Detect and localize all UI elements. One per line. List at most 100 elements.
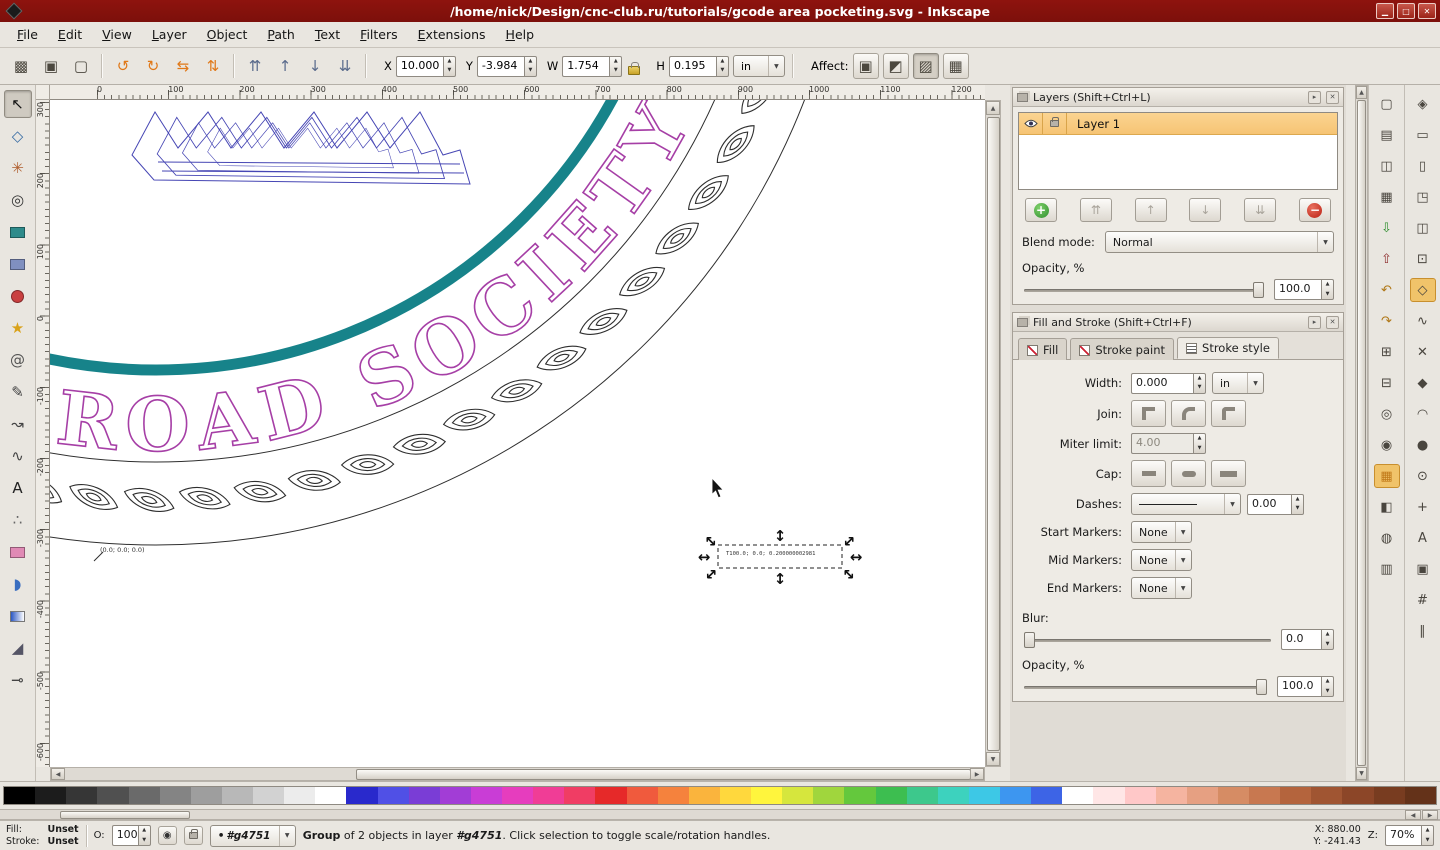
affect-gradients-toggle[interactable]: ▨ <box>912 53 939 79</box>
zoom-drawing-button[interactable]: ◎ <box>1374 402 1400 426</box>
palette-swatch[interactable] <box>813 787 845 804</box>
tweak-tool[interactable]: ✳ <box>4 154 32 182</box>
open-document-button[interactable]: ▤ <box>1374 123 1400 147</box>
star-tool[interactable]: ★ <box>4 314 32 342</box>
dropper-tool[interactable]: ◢ <box>4 634 32 662</box>
palette-swatch[interactable] <box>97 787 129 804</box>
dash-offset-spinbox[interactable]: 0.00 <box>1247 493 1304 515</box>
layer-lock-toggle[interactable] <box>183 826 203 845</box>
menu-extensions[interactable]: Extensions <box>409 24 495 45</box>
menu-text[interactable]: Text <box>306 24 349 45</box>
menu-filters[interactable]: Filters <box>351 24 406 45</box>
text-tool[interactable]: A <box>4 474 32 502</box>
palette-swatch[interactable] <box>1217 787 1249 804</box>
blur-spinbox[interactable]: 0.0 <box>1281 629 1334 650</box>
deselect-button[interactable]: ▢ <box>68 53 94 79</box>
palette-swatch[interactable] <box>221 787 253 804</box>
palette-swatch[interactable] <box>1249 787 1281 804</box>
affect-patterns-toggle[interactable]: ▦ <box>942 53 969 79</box>
minimize-button[interactable] <box>1376 3 1394 19</box>
eraser-tool[interactable] <box>4 538 32 566</box>
join-miter-button[interactable] <box>1131 400 1166 427</box>
palette-swatch[interactable] <box>502 787 534 804</box>
snap-edge-midpoints-button[interactable]: ◫ <box>1410 216 1436 240</box>
master-opacity-slider[interactable] <box>1022 677 1269 697</box>
snap-centers-button[interactable]: ⊡ <box>1410 247 1436 271</box>
palette-swatch[interactable] <box>782 787 814 804</box>
palette-swatch[interactable] <box>470 787 502 804</box>
selection[interactable]: T100.0; 0.0; 0.200000002981 ↔ ↕ ↔ ↔ ↔ ↔ … <box>698 527 863 588</box>
export-button[interactable]: ⇧ <box>1374 247 1400 271</box>
snap-guides-button[interactable]: ∥ <box>1410 619 1436 643</box>
snap-bbox-edges-button[interactable]: ▯ <box>1410 154 1436 178</box>
dock-scroll-down-button[interactable] <box>1356 767 1367 780</box>
lower-button[interactable]: ↓ <box>302 53 328 79</box>
object-opacity-spinbox[interactable]: 100 <box>111 825 151 846</box>
spray-tool[interactable]: ∴ <box>4 506 32 534</box>
lower-to-bottom-button[interactable]: ⇊ <box>332 53 358 79</box>
snap-object-centers-button[interactable]: ⊙ <box>1410 464 1436 488</box>
palette-swatch[interactable] <box>626 787 658 804</box>
snap-text-baseline-button[interactable]: A <box>1410 526 1436 550</box>
dashes-dropdown[interactable] <box>1131 493 1241 515</box>
panel-iconify-button[interactable] <box>1308 90 1321 104</box>
palette-swatch[interactable] <box>688 787 720 804</box>
palette-swatch[interactable] <box>657 787 689 804</box>
pencil-tool[interactable]: ✎ <box>4 378 32 406</box>
raise-layer-button[interactable]: ↑ <box>1134 198 1167 222</box>
end-markers-dropdown[interactable]: None <box>1131 577 1192 599</box>
current-layer-dropdown[interactable]: #g4751 <box>209 824 296 847</box>
snap-paths-button[interactable]: ∿ <box>1410 309 1436 333</box>
selection-scale-handle[interactable]: ↔ <box>700 563 722 585</box>
palette-swatch[interactable] <box>1031 787 1063 804</box>
panel-close-button[interactable] <box>1326 315 1339 329</box>
panel-iconify-button[interactable] <box>1308 315 1321 329</box>
palette-swatch[interactable] <box>1311 787 1343 804</box>
dock-scrollbar[interactable] <box>1355 85 1368 781</box>
horizontal-scroll-thumb[interactable] <box>356 769 971 780</box>
palette-swatch[interactable] <box>159 787 191 804</box>
layer-row[interactable]: Layer 1 <box>1019 113 1337 135</box>
units-dropdown[interactable]: in <box>732 55 785 77</box>
palette-swatch[interactable] <box>35 787 67 804</box>
selection-scale-handle[interactable]: ↕ <box>774 570 787 588</box>
box3d-tool[interactable] <box>4 250 32 278</box>
palette-swatch[interactable] <box>564 787 596 804</box>
palette-swatch[interactable] <box>1342 787 1374 804</box>
fill-stroke-dialog-button[interactable]: ◍ <box>1374 526 1400 550</box>
palette-swatch[interactable] <box>1404 787 1436 804</box>
flip-vertical-button[interactable]: ⇅ <box>200 53 226 79</box>
palette-swatch[interactable] <box>937 787 969 804</box>
fill-stroke-indicator[interactable]: Fill: Unset Stroke: Unset <box>6 824 79 847</box>
svg-drawing[interactable]: ROAD SOCIETY (0.0; 0.0; 0.0) T100.0; 0.0… <box>50 100 985 767</box>
layer-visibility-toggle[interactable]: ◉ <box>157 826 177 845</box>
new-document-button[interactable]: ▢ <box>1374 92 1400 116</box>
palette-swatch[interactable] <box>253 787 285 804</box>
redo-button[interactable]: ↷ <box>1374 309 1400 333</box>
palette-swatch[interactable] <box>844 787 876 804</box>
palette-swatch[interactable] <box>284 787 316 804</box>
cap-square-button[interactable] <box>1211 460 1246 487</box>
flip-horizontal-button[interactable]: ⇆ <box>170 53 196 79</box>
scroll-down-button[interactable] <box>986 752 1000 766</box>
vertical-scroll-thumb[interactable] <box>987 117 1000 751</box>
affect-corners-toggle[interactable]: ◩ <box>882 53 909 79</box>
delete-layer-button[interactable]: − <box>1298 198 1331 222</box>
horizontal-ruler[interactable]: 0 100 200 300 400 500 600 700 800 900 1000 1100 1200 <box>50 85 985 100</box>
menu-file[interactable]: File <box>8 24 47 45</box>
miter-limit-spinbox[interactable]: 4.00 <box>1131 433 1206 454</box>
tab-stroke-style[interactable]: Stroke style <box>1177 337 1279 359</box>
vertical-ruler[interactable]: 300 200 100 0 -100 -200 -300 -400 -500 -600 <box>36 100 50 767</box>
palette-swatch[interactable] <box>1373 787 1405 804</box>
selection-scale-handle[interactable]: ↕ <box>774 527 787 545</box>
snap-bbox-button[interactable]: ▭ <box>1410 123 1436 147</box>
palette-swatch[interactable] <box>346 787 378 804</box>
palette-scroll-right-button[interactable] <box>1422 810 1438 820</box>
palette-swatch[interactable] <box>1280 787 1312 804</box>
palette-swatch[interactable] <box>1093 787 1125 804</box>
palette-swatch[interactable] <box>719 787 751 804</box>
snap-enable-button[interactable]: ◈ <box>1410 92 1436 116</box>
menu-layer[interactable]: Layer <box>143 24 196 45</box>
ellipse-tool[interactable] <box>4 282 32 310</box>
palette-swatch[interactable] <box>408 787 440 804</box>
